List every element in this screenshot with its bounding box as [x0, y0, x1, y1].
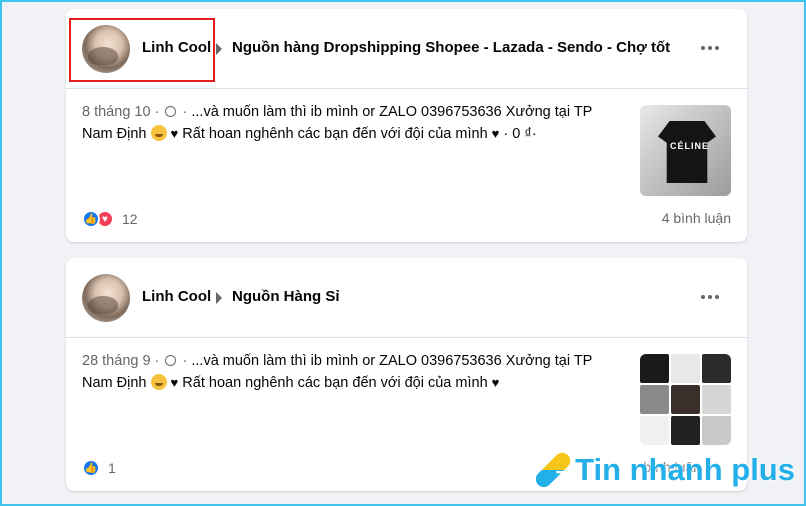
group-name[interactable]: Nguồn Hàng Sỉ [232, 288, 340, 305]
post-price: · 0 ₫· [503, 126, 537, 142]
globe-icon [165, 106, 177, 117]
post-text-line2: Rất hoan nghênh các bạn đến với đội của … [182, 126, 488, 142]
post-thumbnail[interactable] [640, 354, 731, 445]
thumbnail-tile [640, 416, 669, 445]
globe-icon [165, 355, 177, 366]
thumbnail-tile [702, 385, 731, 414]
heart-icon: ♥ [491, 375, 500, 390]
caret-right-icon [216, 292, 222, 304]
more-options-icon[interactable] [701, 45, 719, 51]
thumbnail-tile [671, 416, 700, 445]
highlight-box [69, 18, 215, 82]
post-card: Linh Cool Nguồn hàng Dropshipping Shopee… [66, 9, 747, 242]
post-text-city: Nam Định [82, 126, 147, 142]
group-name[interactable]: Nguồn hàng Dropshipping Shopee - Lazada … [232, 39, 670, 56]
separator-dot: · [182, 104, 188, 120]
reaction-count: 12 [122, 211, 138, 227]
post-text-city: Nam Định [82, 375, 147, 391]
more-options-icon[interactable] [701, 294, 719, 300]
hug-emoji-icon [150, 125, 167, 141]
post-text-line1: ...và muốn làm thì ib mình or ZALO 03967… [191, 104, 593, 120]
reaction-count: 1 [108, 460, 116, 476]
hug-emoji-icon [150, 374, 167, 390]
comment-count[interactable]: 4 bình luận [662, 210, 731, 226]
reactions[interactable]: 👍 ♥ 12 [82, 209, 138, 229]
post-text-line2: Rất hoan nghênh các bạn đến với đội của … [182, 375, 488, 391]
like-icon: 👍 [82, 210, 100, 228]
separator-dot: · [182, 353, 188, 369]
post-header: Linh Cool Nguồn Hàng Sỉ [66, 258, 747, 338]
thumbnail-tile [702, 354, 731, 383]
post-text-line1: ...và muốn làm thì ib mình or ZALO 03967… [191, 353, 593, 369]
tshirt-image [658, 121, 716, 183]
separator-dot: · [154, 104, 160, 120]
heart-icon: ♥ [170, 126, 179, 141]
post-date[interactable]: 28 tháng 9 [82, 353, 151, 369]
heart-icon: ♥ [491, 126, 500, 141]
thumbnail-tile [702, 416, 731, 445]
thumbnail-tile [640, 385, 669, 414]
thumbnail-tile [640, 354, 669, 383]
post-thumbnail[interactable]: CÉLINE [640, 105, 731, 196]
author-name[interactable]: Linh Cool [142, 288, 211, 305]
reactions[interactable]: 👍 1 [82, 458, 116, 478]
post-date[interactable]: 8 tháng 10 [82, 104, 151, 120]
caret-right-icon [216, 43, 222, 55]
separator-dot: · [154, 353, 160, 369]
thumbnail-tile [671, 354, 700, 383]
heart-icon: ♥ [170, 375, 179, 390]
like-icon: 👍 [82, 459, 100, 477]
thumbnail-tile [671, 385, 700, 414]
author-avatar[interactable] [82, 274, 130, 322]
post-snippet[interactable]: 28 tháng 9 · · ...và muốn làm thì ib mìn… [82, 350, 617, 394]
post-snippet[interactable]: 8 tháng 10 · · ...và muốn làm thì ib mìn… [82, 101, 617, 145]
thumbnail-brand-text: CÉLINE [670, 141, 710, 151]
post-header: Linh Cool Nguồn hàng Dropshipping Shopee… [66, 9, 747, 89]
site-watermark: Tin nhanh plus [532, 448, 795, 492]
watermark-text: Tin nhanh plus [575, 452, 795, 487]
